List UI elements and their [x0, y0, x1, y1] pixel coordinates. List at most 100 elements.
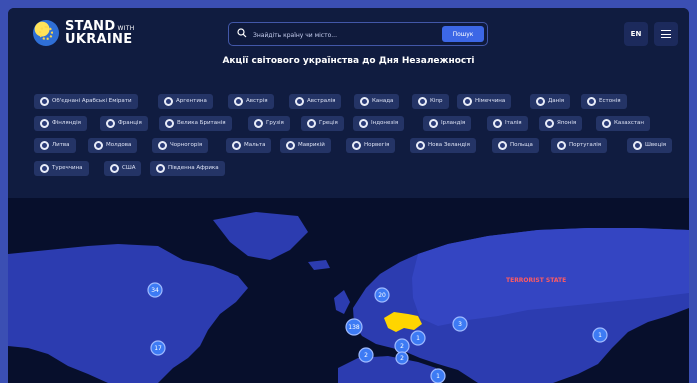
country-chip[interactable]: Ірландія: [423, 116, 472, 131]
flag-icon: [463, 97, 472, 106]
country-chip[interactable]: Кіпр: [412, 94, 449, 109]
menu-icon-line: [661, 33, 671, 35]
flag-icon: [158, 141, 167, 150]
search-bar: Пошук: [228, 22, 488, 46]
country-chip[interactable]: Італія: [487, 116, 528, 131]
cluster-marker[interactable]: 1: [592, 327, 608, 343]
flag-icon: [165, 119, 174, 128]
cluster-marker[interactable]: 2: [395, 351, 409, 365]
logo[interactable]: STAND WITH UKRAINE: [33, 20, 135, 46]
flag-icon: [557, 141, 566, 150]
country-chip[interactable]: Польща: [492, 138, 539, 153]
flag-icon: [164, 97, 173, 106]
logo-line1-small: WITH: [117, 25, 135, 32]
north-america-landmass: [8, 244, 248, 383]
country-chip-label: Австрія: [246, 98, 268, 104]
country-chip[interactable]: Фінляндія: [34, 116, 87, 131]
cluster-marker[interactable]: 34: [147, 282, 163, 298]
country-chip-label: Ірландія: [441, 120, 466, 126]
cluster-count: 3: [458, 321, 462, 328]
cluster-marker[interactable]: 20: [374, 287, 390, 303]
flag-icon: [40, 119, 49, 128]
country-chip[interactable]: Туреччина: [34, 161, 89, 176]
cluster-marker[interactable]: 1: [410, 330, 426, 346]
country-chip-label: Аргентина: [176, 98, 207, 104]
country-chip-label: Японія: [557, 120, 577, 126]
flag-icon: [40, 141, 49, 150]
country-chip[interactable]: Естонія: [581, 94, 627, 109]
search-input[interactable]: [251, 26, 435, 44]
flag-icon: [234, 97, 243, 106]
cluster-count: 1: [416, 335, 420, 342]
country-chip[interactable]: Данія: [530, 94, 571, 109]
country-chip[interactable]: Німеччина: [457, 94, 512, 109]
country-chip-label: Литва: [52, 142, 70, 148]
country-chip[interactable]: Нова Зеландія: [410, 138, 476, 153]
country-chip[interactable]: Велика Британія: [159, 116, 232, 131]
flag-icon: [359, 119, 368, 128]
cluster-marker[interactable]: 2: [358, 347, 374, 363]
flag-icon: [633, 141, 642, 150]
country-chip-label: Туреччина: [52, 165, 83, 171]
flag-icon: [232, 141, 241, 150]
menu-button[interactable]: [654, 22, 678, 46]
cluster-count: 138: [348, 324, 360, 331]
country-chip[interactable]: Об'єднані Арабські Емірати: [34, 94, 138, 109]
cluster-count: 17: [154, 345, 162, 352]
country-chip-label: Індонезія: [371, 120, 399, 126]
flag-icon: [498, 141, 507, 150]
cluster-count: 34: [151, 287, 159, 294]
country-chip-label: Нова Зеландія: [428, 142, 470, 148]
country-chip[interactable]: Аргентина: [158, 94, 213, 109]
cluster-marker[interactable]: 138: [345, 318, 363, 336]
country-chip[interactable]: Греція: [301, 116, 344, 131]
flag-icon: [602, 119, 611, 128]
country-chip[interactable]: Молдова: [88, 138, 138, 153]
country-chip-label: Канада: [372, 98, 394, 104]
cluster-marker[interactable]: 3: [452, 316, 468, 332]
page-title: Акції світового українства до Дня Незале…: [222, 56, 475, 66]
country-chip[interactable]: Південна Африка: [150, 161, 225, 176]
page-frame: STANDWITH UKRAINE Пошук EN Акції світово…: [8, 8, 689, 383]
flag-icon: [110, 164, 119, 173]
country-chip[interactable]: Грузія: [248, 116, 290, 131]
header: STANDWITH UKRAINE Пошук EN Акції світово…: [8, 8, 689, 198]
logo-emblem-icon: [33, 20, 59, 46]
country-chip[interactable]: Австралія: [289, 94, 342, 109]
flag-icon: [40, 97, 49, 106]
country-chip-label: Італія: [505, 120, 522, 126]
world-map[interactable]: TERRORIST STATE 34 17 20 138 2 1 2 3 1 1…: [8, 198, 689, 383]
cluster-marker[interactable]: 2: [394, 338, 410, 354]
country-chip-label: Фінляндія: [52, 120, 81, 126]
language-button[interactable]: EN: [624, 22, 648, 46]
cluster-marker[interactable]: 17: [150, 340, 166, 356]
country-chip[interactable]: Швеція: [627, 138, 673, 153]
search-button[interactable]: Пошук: [442, 26, 484, 42]
country-chip[interactable]: Чорногорія: [152, 138, 209, 153]
country-chip-label: Швеція: [645, 142, 667, 148]
flag-icon: [587, 97, 596, 106]
country-chip-label: Грузія: [266, 120, 284, 126]
country-chip-label: Велика Британія: [177, 120, 226, 126]
country-chip[interactable]: Литва: [34, 138, 76, 153]
country-chip[interactable]: Португалія: [551, 138, 608, 153]
cluster-count: 2: [400, 355, 404, 362]
flag-icon: [536, 97, 545, 106]
cluster-count: 1: [436, 373, 440, 380]
country-chip[interactable]: Австрія: [228, 94, 274, 109]
country-chip[interactable]: Мальта: [226, 138, 272, 153]
country-chip[interactable]: Індонезія: [353, 116, 405, 131]
country-chip[interactable]: США: [104, 161, 142, 176]
country-chip-label: Об'єднані Арабські Емірати: [52, 98, 132, 104]
logo-line2: UKRAINE: [65, 32, 133, 47]
country-chip[interactable]: Норвегія: [346, 138, 396, 153]
country-chip-label: Маврикій: [298, 142, 325, 148]
country-chip[interactable]: Франція: [100, 116, 148, 131]
country-chip[interactable]: Маврикій: [280, 138, 331, 153]
country-chip[interactable]: Канада: [354, 94, 400, 109]
country-chip[interactable]: Японія: [539, 116, 583, 131]
country-chip-label: США: [122, 165, 136, 171]
flag-icon: [360, 97, 369, 106]
country-chip[interactable]: Казахстан: [596, 116, 651, 131]
cluster-marker[interactable]: 1: [430, 368, 446, 383]
